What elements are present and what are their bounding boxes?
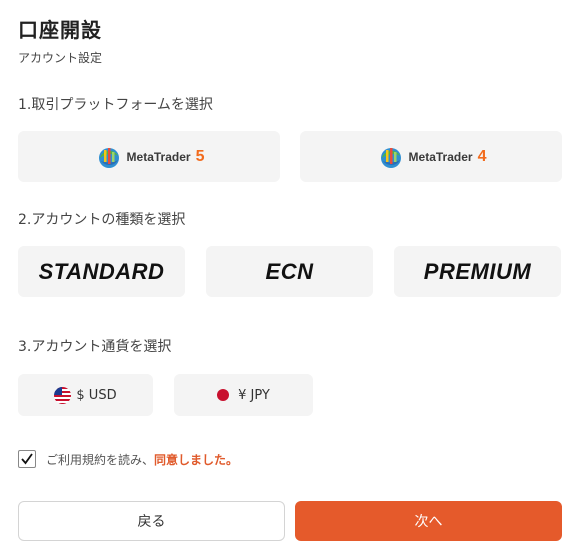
metatrader-logo-icon <box>98 147 119 168</box>
account-setup-page: 口座開設 アカウント設定 1.取引プラットフォームを選択 MetaTrader … <box>0 0 574 556</box>
mt5-name: MetaTrader <box>126 149 191 164</box>
terms-agreement[interactable]: ご利用規約を読み、同意しました。 <box>18 450 238 468</box>
account-ecn-label: ECN <box>265 258 314 284</box>
terms-checkbox[interactable] <box>18 450 36 468</box>
next-button[interactable]: 次へ <box>295 501 562 541</box>
account-standard-label: STANDARD <box>38 258 165 284</box>
account-ecn-button[interactable]: ECN <box>206 246 373 297</box>
back-button[interactable]: 戻る <box>18 501 285 541</box>
mt5-logo: MetaTrader 5 <box>94 144 205 170</box>
mt4-version: 4 <box>477 147 487 165</box>
platform-section-label: 1.取引プラットフォームを選択 <box>18 97 213 113</box>
metatrader-logo-icon <box>380 147 401 168</box>
page-title: 口座開設 <box>18 18 102 42</box>
checkmark-icon <box>21 453 33 465</box>
page-subtitle: アカウント設定 <box>18 51 103 65</box>
terms-agreed-text: 同意しました。 <box>154 452 239 467</box>
mt5-version: 5 <box>195 147 205 165</box>
mt4-name: MetaTrader <box>408 149 473 164</box>
terms-text: ご利用規約を読み、 <box>46 452 155 467</box>
platform-mt5-button[interactable]: MetaTrader 5 <box>18 131 280 182</box>
currency-section-label: 3.アカウント通貨を選択 <box>18 339 172 355</box>
currency-usd-label: $ USD <box>76 387 117 403</box>
account-premium-label: PREMIUM <box>423 258 532 284</box>
mt4-logo: MetaTrader 4 <box>376 144 487 170</box>
currency-jpy-label: ¥ JPY <box>238 387 270 403</box>
platform-mt4-button[interactable]: MetaTrader 4 <box>300 131 562 182</box>
account-standard-button[interactable]: STANDARD <box>18 246 185 297</box>
us-flag-icon <box>54 386 72 404</box>
account-premium-button[interactable]: PREMIUM <box>394 246 561 297</box>
currency-usd-button[interactable]: $ USD <box>18 374 153 416</box>
account-type-section-label: 2.アカウントの種類を選択 <box>18 212 186 228</box>
jp-flag-icon <box>217 389 230 401</box>
currency-jpy-button[interactable]: ¥ JPY <box>174 374 313 416</box>
